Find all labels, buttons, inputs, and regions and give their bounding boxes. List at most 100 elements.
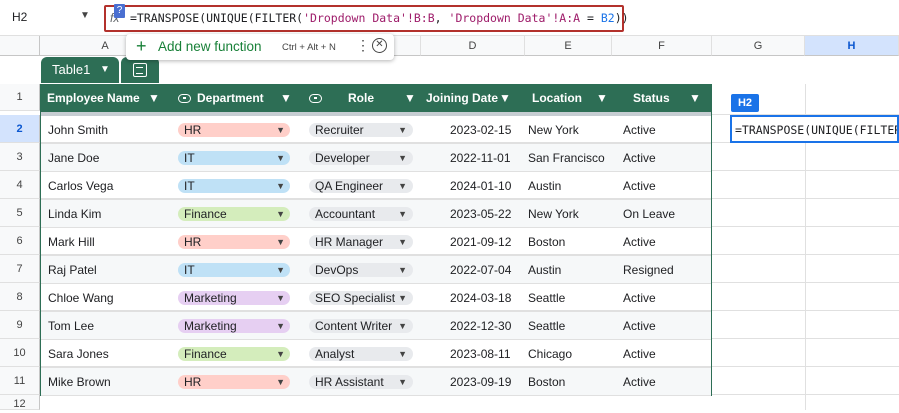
role-chip[interactable]: Recruiter ▼ [309, 123, 413, 137]
joining-date-cell[interactable]: 2021-09-12 [450, 228, 511, 256]
joining-date-cell[interactable]: 2022-07-04 [450, 256, 511, 284]
employee-name-filter-icon[interactable]: ▼ [148, 85, 160, 112]
row-header-5[interactable]: 5 [0, 199, 40, 227]
status-cell[interactable]: Resigned [623, 256, 674, 284]
row-header-12[interactable]: 12 [0, 395, 40, 410]
row-header-8[interactable]: 8 [0, 283, 40, 311]
column-header-g[interactable]: G [712, 36, 805, 56]
joining-date-cell[interactable]: 2022-11-01 [450, 144, 511, 172]
employee-name-cell[interactable]: Carlos Vega [48, 172, 113, 200]
row-header-1[interactable]: 1 [0, 84, 40, 111]
role-chip[interactable]: Analyst ▼ [309, 347, 413, 361]
status-cell[interactable]: Active [623, 228, 656, 256]
department-chip[interactable]: Marketing ▼ [178, 291, 290, 305]
header-department[interactable]: Department [178, 85, 264, 112]
role-chip[interactable]: DevOps ▼ [309, 263, 413, 277]
status-cell[interactable]: Active [623, 312, 656, 340]
employee-name-cell[interactable]: Mike Brown [48, 368, 111, 396]
column-header-h[interactable]: H [805, 36, 899, 56]
department-chip[interactable]: HR ▼ [178, 235, 290, 249]
joining-date-cell[interactable]: 2023-05-22 [450, 200, 511, 228]
joining-date-cell[interactable]: 2023-02-15 [450, 116, 511, 144]
table-view-icon[interactable] [121, 57, 159, 83]
status-cell[interactable]: Active [623, 172, 656, 200]
employee-name-cell[interactable]: Raj Patel [48, 256, 97, 284]
location-cell[interactable]: Boston [528, 228, 565, 256]
employee-name-cell[interactable]: Mark Hill [48, 228, 95, 256]
employee-name-cell[interactable]: Jane Doe [48, 144, 99, 172]
header-role[interactable]: Role [309, 85, 374, 112]
joining-date-cell[interactable]: 2022-12-30 [450, 312, 511, 340]
role-filter-icon[interactable]: ▼ [404, 85, 416, 112]
formula-help-icon[interactable]: ? [114, 4, 125, 18]
department-chip[interactable]: Finance ▼ [178, 347, 290, 361]
status-cell[interactable]: Active [623, 340, 656, 368]
department-chip[interactable]: Marketing ▼ [178, 319, 290, 333]
column-header-d[interactable]: D [421, 36, 525, 56]
location-cell[interactable]: Seattle [528, 284, 565, 312]
table-name-tab[interactable]: Table1 ▼ [41, 57, 119, 83]
employee-name-cell[interactable]: Sara Jones [48, 340, 109, 368]
location-cell[interactable]: San Francisco [528, 144, 605, 172]
status-cell[interactable]: Active [623, 368, 656, 396]
location-filter-icon[interactable]: ▼ [596, 85, 608, 112]
role-chip[interactable]: HR Assistant ▼ [309, 375, 413, 389]
header-status[interactable]: Status [633, 85, 670, 112]
name-box-dropdown-icon[interactable]: ▼ [80, 10, 90, 21]
name-box[interactable]: H2 [12, 10, 27, 24]
row-header-7[interactable]: 7 [0, 255, 40, 283]
location-cell[interactable]: New York [528, 200, 579, 228]
plus-icon[interactable]: + [136, 37, 147, 55]
row-header-2[interactable]: 2 [0, 115, 40, 143]
row-header-4[interactable]: 4 [0, 171, 40, 199]
more-options-icon[interactable]: ⋮ [356, 37, 370, 54]
role-chip[interactable]: Content Writer ▼ [309, 319, 413, 333]
employee-name-cell[interactable]: Tom Lee [48, 312, 94, 340]
employee-name-cell[interactable]: Linda Kim [48, 200, 101, 228]
formula-input[interactable]: =TRANSPOSE(UNIQUE(FILTER('Dropdown Data'… [130, 11, 629, 25]
header-employee-name[interactable]: Employee Name [47, 85, 140, 112]
joining-date-filter-icon[interactable]: ▼ [499, 85, 511, 112]
close-icon[interactable]: ✕ [372, 38, 387, 53]
department-chip[interactable]: HR ▼ [178, 375, 290, 389]
location-cell[interactable]: New York [528, 116, 579, 144]
role-chip[interactable]: Developer ▼ [309, 151, 413, 165]
row-header-6[interactable]: 6 [0, 227, 40, 255]
joining-date-cell[interactable]: 2023-08-11 [450, 340, 511, 368]
department-filter-icon[interactable]: ▼ [280, 85, 292, 112]
department-chip[interactable]: IT ▼ [178, 151, 290, 165]
location-cell[interactable]: Boston [528, 368, 565, 396]
joining-date-cell[interactable]: 2023-09-19 [450, 368, 511, 396]
department-chip[interactable]: Finance ▼ [178, 207, 290, 221]
department-chip[interactable]: IT ▼ [178, 179, 290, 193]
location-cell[interactable]: Chicago [528, 340, 572, 368]
employee-name-cell[interactable]: Chloe Wang [48, 284, 114, 312]
select-all-corner[interactable] [0, 36, 40, 56]
header-joining-date[interactable]: Joining Date [426, 85, 498, 112]
active-cell-h2[interactable]: =TRANSPOSE(UNIQUE(FILTER( [730, 115, 899, 143]
status-cell[interactable]: Active [623, 284, 656, 312]
row-header-3[interactable]: 3 [0, 143, 40, 171]
joining-date-cell[interactable]: 2024-03-18 [450, 284, 511, 312]
header-location[interactable]: Location [532, 85, 582, 112]
status-cell[interactable]: On Leave [623, 200, 675, 228]
status-cell[interactable]: Active [623, 144, 656, 172]
column-header-f[interactable]: F [612, 36, 712, 56]
joining-date-cell[interactable]: 2024-01-10 [450, 172, 511, 200]
location-cell[interactable]: Seattle [528, 312, 565, 340]
status-filter-icon[interactable]: ▼ [689, 85, 701, 112]
row-header-11[interactable]: 11 [0, 367, 40, 395]
role-chip[interactable]: QA Engineer ▼ [309, 179, 413, 193]
location-cell[interactable]: Austin [528, 256, 561, 284]
role-chip[interactable]: SEO Specialist ▼ [309, 291, 413, 305]
column-header-e[interactable]: E [525, 36, 612, 56]
employee-name-cell[interactable]: John Smith [48, 116, 108, 144]
role-chip[interactable]: Accountant ▼ [309, 207, 413, 221]
status-cell[interactable]: Active [623, 116, 656, 144]
add-new-function-button[interactable]: Add new function [158, 39, 262, 54]
role-chip[interactable]: HR Manager ▼ [309, 235, 413, 249]
department-chip[interactable]: IT ▼ [178, 263, 290, 277]
row-header-10[interactable]: 10 [0, 339, 40, 367]
department-chip[interactable]: HR ▼ [178, 123, 290, 137]
location-cell[interactable]: Austin [528, 172, 561, 200]
